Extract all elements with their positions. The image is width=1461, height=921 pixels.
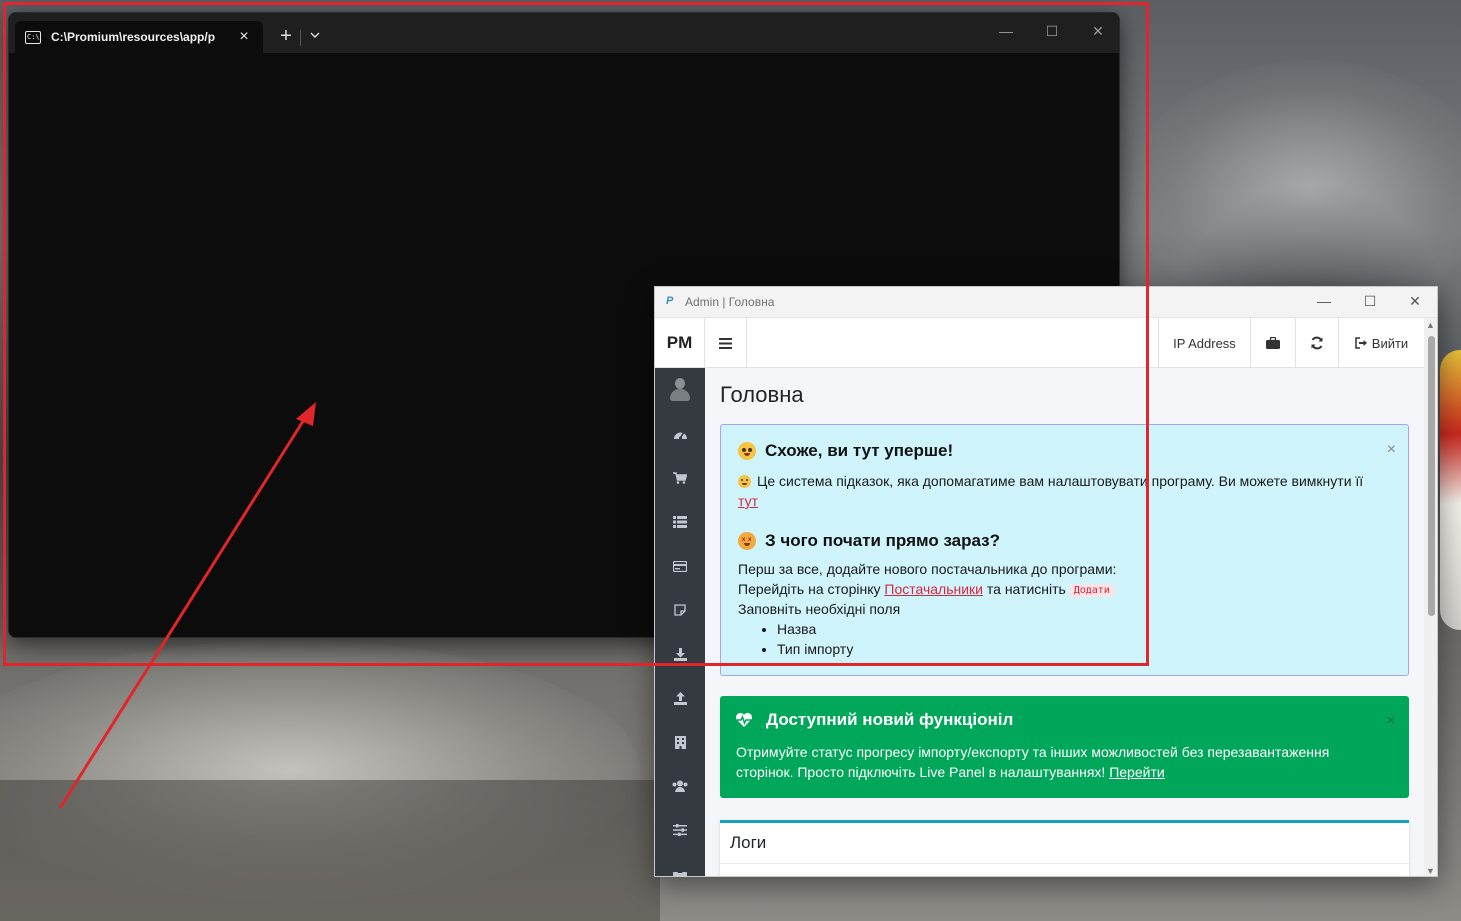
close-feature-button[interactable]: × [1386, 712, 1395, 729]
app-close-button[interactable]: ✕ [1403, 293, 1427, 310]
hot-air-balloon [1440, 350, 1461, 630]
logs-card: Логи [720, 820, 1409, 876]
sliders-icon [673, 824, 687, 836]
logs-card-title: Логи [730, 833, 767, 852]
users-icon [672, 780, 688, 792]
binoculars-icon [673, 872, 687, 876]
card-divider [720, 863, 1409, 864]
logout-button[interactable]: Вийти [1338, 318, 1424, 368]
go-to-settings-link[interactable]: Перейти [1109, 764, 1164, 780]
close-hint-button[interactable]: × [1387, 441, 1396, 459]
briefcase-button[interactable] [1250, 318, 1295, 368]
feature-title: Доступний новий функціоніл [735, 710, 1013, 730]
annotation-rectangle [3, 2, 1149, 666]
sidebar-item-companies[interactable] [655, 720, 705, 764]
app-maximize-button[interactable]: ☐ [1358, 293, 1382, 310]
sidebar-item-settings[interactable] [655, 808, 705, 852]
scrollbar-thumb[interactable] [1428, 336, 1435, 616]
ip-address-link[interactable]: IP Address [1158, 318, 1250, 368]
refresh-icon [1311, 336, 1323, 350]
heartbeat-icon [736, 712, 752, 727]
briefcase-icon [1266, 337, 1280, 349]
sidebar-item-users[interactable] [655, 764, 705, 808]
sidebar-item-monitor[interactable] [655, 852, 705, 876]
sidebar-item-export[interactable] [655, 676, 705, 720]
refresh-button[interactable] [1295, 318, 1338, 368]
logout-icon [1355, 337, 1367, 349]
upload-icon [673, 691, 687, 705]
scroll-up-icon[interactable]: ▲ [1426, 320, 1435, 330]
feature-text: Отримуйте статус прогресу імпорту/експор… [736, 744, 1330, 780]
vertical-scrollbar[interactable]: ▲ ▼ [1424, 318, 1437, 876]
building-icon [674, 735, 686, 749]
new-feature-callout: × Доступний новий функціоніл Отримуйте с… [720, 696, 1409, 798]
scroll-down-icon[interactable]: ▼ [1426, 866, 1435, 876]
app-minimize-button[interactable]: — [1312, 293, 1336, 309]
logout-label: Вийти [1371, 335, 1409, 351]
